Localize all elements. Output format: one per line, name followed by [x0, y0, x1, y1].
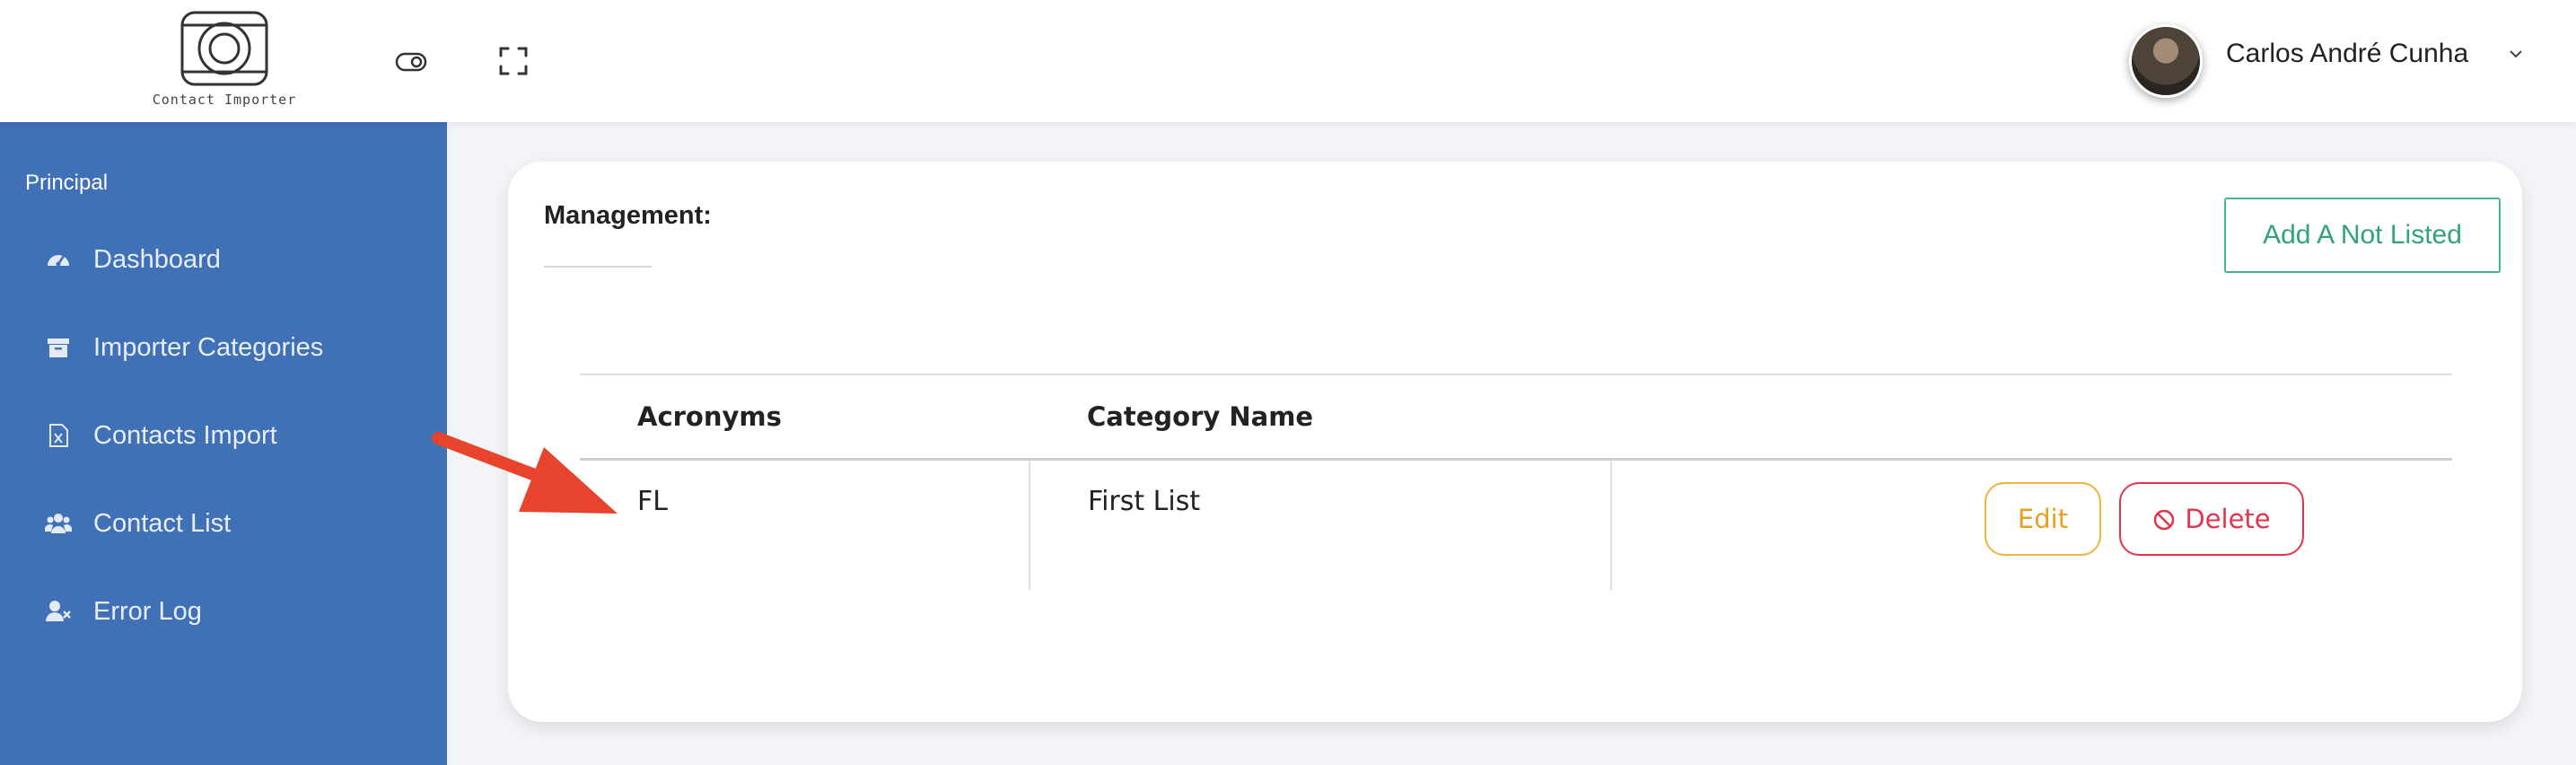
- annotation-arrow-icon: [432, 432, 618, 514]
- delete-button[interactable]: Delete: [2119, 482, 2304, 556]
- column-header-acronyms[interactable]: Acronyms: [580, 374, 1030, 461]
- users-icon: [45, 514, 72, 533]
- column-header-category-name[interactable]: Category Name: [1030, 374, 1611, 461]
- cell-actions: Edit Delete: [1610, 459, 2452, 590]
- sidebar-item-dashboard[interactable]: Dashboard: [0, 226, 447, 291]
- sidebar-item-label: Contact List: [93, 509, 232, 538]
- archive-icon: [48, 339, 69, 357]
- avatar[interactable]: [2129, 24, 2203, 98]
- table-header-row: Acronyms Category Name: [580, 374, 2452, 461]
- sidebar-item-label: Contacts Import: [93, 421, 277, 450]
- sidebar-item-importer-categories[interactable]: Importer Categories: [0, 314, 447, 379]
- fullscreen-icon[interactable]: [495, 43, 531, 79]
- sidebar-item-error-log[interactable]: Error Log: [0, 578, 447, 643]
- excel-file-icon: [49, 424, 68, 447]
- sidebar-item-label: Error Log: [93, 597, 202, 626]
- top-bar: Contact Importer Carlos André Cunha: [0, 0, 2576, 122]
- logo[interactable]: Contact Importer: [135, 7, 314, 115]
- logo-text: Contact Importer: [152, 92, 297, 108]
- sidebar-item-label: Importer Categories: [93, 333, 324, 362]
- theme-toggle-icon[interactable]: [393, 43, 429, 79]
- chevron-down-icon[interactable]: [2506, 44, 2526, 64]
- dashboard-icon: [48, 255, 69, 267]
- sidebar-section-title: Principal: [25, 171, 109, 195]
- cell-category-name: First List: [1029, 459, 1611, 590]
- add-not-listed-button[interactable]: Add A Not Listed: [2224, 198, 2501, 273]
- cell-acronym: FL: [637, 486, 668, 517]
- sidebar-item-contacts-import[interactable]: Contacts Import: [0, 402, 447, 467]
- ban-icon: [2154, 509, 2175, 531]
- sidebar-item-label: Dashboard: [93, 245, 221, 274]
- categories-table: Acronyms Category Name FL First List Edi…: [580, 374, 2452, 590]
- user-x-icon: [46, 601, 71, 621]
- title-divider: [544, 266, 652, 268]
- page-title: Management:: [544, 201, 712, 230]
- edit-button[interactable]: Edit: [1985, 482, 2101, 556]
- table-row: FL First List Edit Delete: [580, 459, 2452, 590]
- delete-label: Delete: [2185, 504, 2271, 534]
- sidebar: Principal Dashboard Importer Categories …: [0, 122, 447, 765]
- management-card: Management: Add A Not Listed Acronyms Ca…: [508, 162, 2522, 722]
- user-name[interactable]: Carlos André Cunha: [2226, 39, 2468, 69]
- column-header-actions: [1611, 374, 2452, 461]
- logo-icon: [180, 11, 268, 86]
- sidebar-item-contact-list[interactable]: Contact List: [0, 490, 447, 555]
